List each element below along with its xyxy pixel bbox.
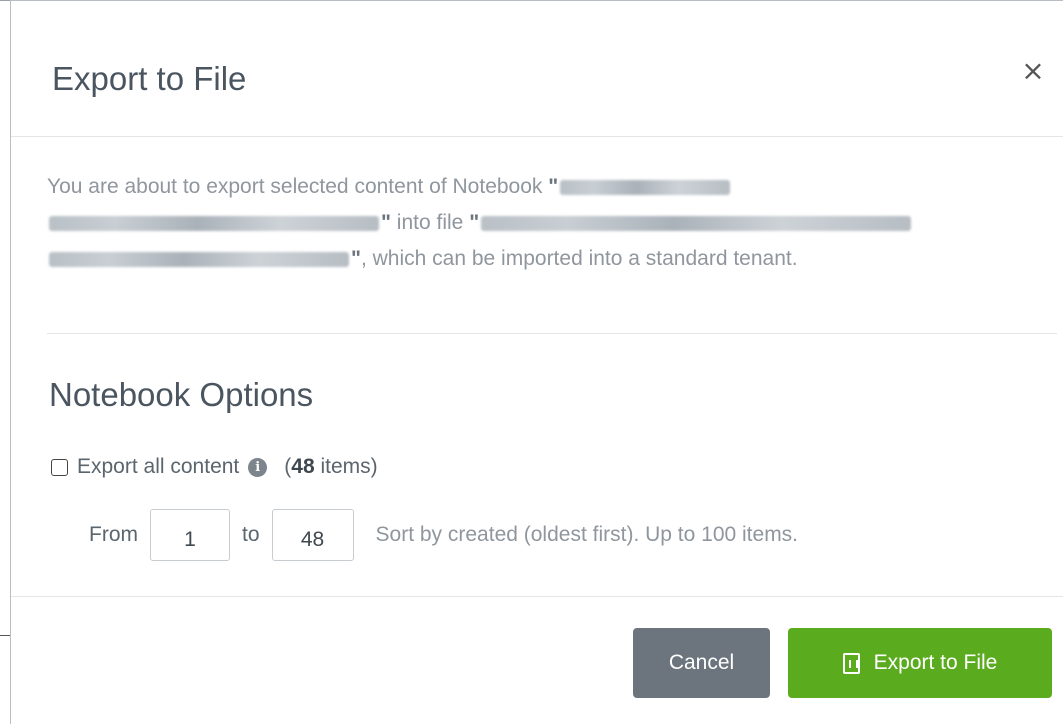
quote-mark: " <box>351 247 361 270</box>
range-row: From to Sort by created (oldest first). … <box>89 507 798 563</box>
redacted-file-name <box>481 215 912 231</box>
export-all-label[interactable]: Export all content <box>77 455 239 479</box>
notebook-options-title: Notebook Options <box>49 376 314 413</box>
cancel-label: Cancel <box>668 651 735 674</box>
redacted-notebook-name <box>49 215 379 231</box>
export-all-row: Export all content i (48 items) <box>51 449 378 485</box>
background-divider <box>0 635 10 636</box>
from-input[interactable] <box>150 509 230 561</box>
background-window-edge <box>0 0 10 724</box>
export-label: Export to File <box>873 651 998 674</box>
description-text: , which can be imported into a standard … <box>360 247 798 270</box>
dialog-header: Export to File × <box>11 1 1063 137</box>
export-dialog: Export to File × You are about to export… <box>10 0 1063 724</box>
quote-mark: " <box>381 211 391 234</box>
description-text: into file <box>390 211 470 234</box>
to-label: to <box>242 523 260 546</box>
close-icon[interactable]: × <box>1017 55 1049 87</box>
count-suffix: items) <box>314 455 378 478</box>
export-description: You are about to export selected content… <box>47 169 997 277</box>
export-all-checkbox[interactable] <box>51 458 68 476</box>
description-text: You are about to export selected content… <box>47 175 549 198</box>
section-divider <box>47 333 1057 334</box>
redacted-notebook-name <box>560 179 731 195</box>
item-count: (48 items) <box>284 455 377 479</box>
info-icon[interactable]: i <box>248 457 268 477</box>
redacted-file-name <box>49 251 349 267</box>
quote-mark: " <box>469 211 480 234</box>
dialog-title: Export to File <box>52 60 247 97</box>
to-input[interactable] <box>271 509 354 561</box>
dialog-footer: Cancel Export to File <box>11 596 1063 725</box>
export-button[interactable]: Export to File <box>788 628 1052 698</box>
quote-mark: " <box>548 175 559 198</box>
count-value: 48 <box>291 455 315 478</box>
cancel-button[interactable]: Cancel <box>633 628 770 698</box>
sort-hint: Sort by created (oldest first). Up to 10… <box>375 523 799 546</box>
from-label: From <box>89 523 138 546</box>
file-archive-icon <box>842 652 860 674</box>
background-divider <box>0 0 10 1</box>
